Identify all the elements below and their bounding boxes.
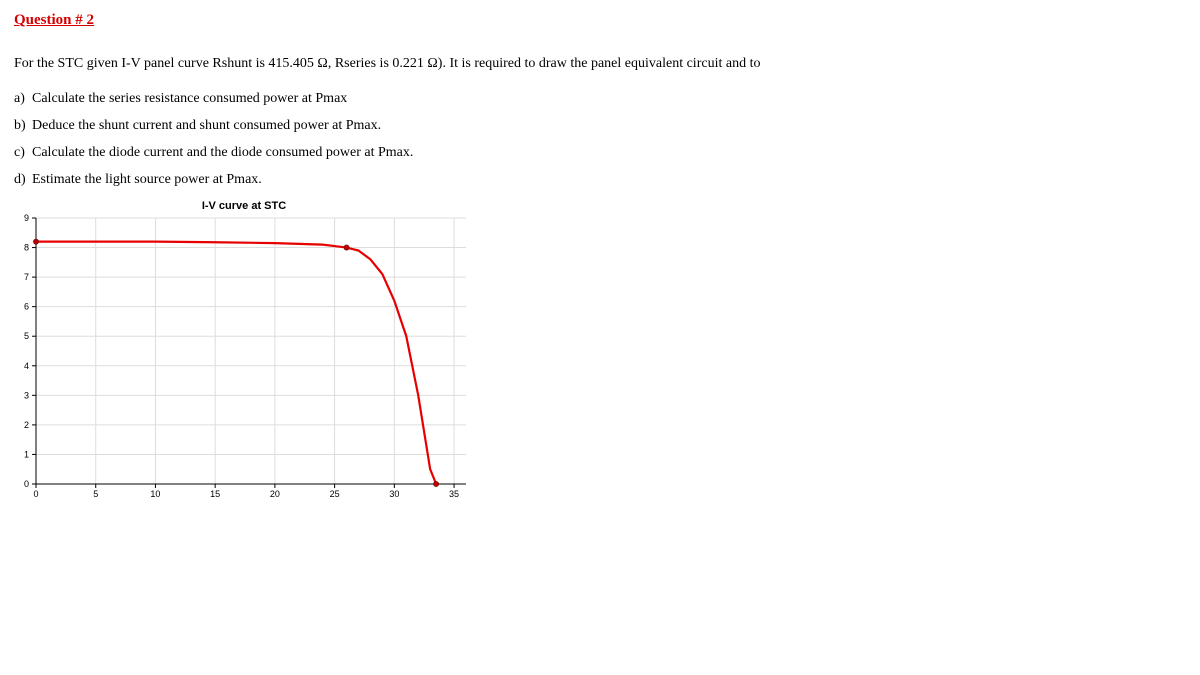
svg-text:5: 5 <box>24 331 29 341</box>
chart-svg: 0 5 10 15 20 25 30 35 0 1 2 3 4 5 6 7 8 9 <box>14 214 474 504</box>
item-b-text: Deduce the shunt current and shunt consu… <box>32 118 381 133</box>
svg-text:9: 9 <box>24 214 29 223</box>
svg-text:35: 35 <box>449 489 459 499</box>
item-c-text: Calculate the diode current and the diod… <box>32 145 413 160</box>
svg-text:25: 25 <box>330 489 340 499</box>
svg-text:30: 30 <box>389 489 399 499</box>
item-c: c)Calculate the diode current and the di… <box>14 142 1186 163</box>
svg-text:4: 4 <box>24 361 29 371</box>
svg-text:0: 0 <box>33 489 38 499</box>
svg-text:20: 20 <box>270 489 280 499</box>
svg-text:7: 7 <box>24 272 29 282</box>
chart-title: I-V curve at STC <box>24 200 464 212</box>
svg-text:5: 5 <box>93 489 98 499</box>
question-items: a)Calculate the series resistance consum… <box>14 88 1186 190</box>
item-d: d)Estimate the light source power at Pma… <box>14 169 1186 190</box>
item-d-text: Estimate the light source power at Pmax. <box>32 172 262 187</box>
iv-chart: I-V curve at STC 0 5 10 15 20 25 30 35 0 1 2 3 4 5 6 7 8… <box>14 200 1186 504</box>
svg-text:10: 10 <box>150 489 160 499</box>
question-title: Question # 2 <box>14 12 1186 29</box>
svg-text:0: 0 <box>24 479 29 489</box>
question-intro: For the STC given I-V panel curve Rshunt… <box>14 53 794 74</box>
svg-text:6: 6 <box>24 302 29 312</box>
svg-text:8: 8 <box>24 243 29 253</box>
item-a: a)Calculate the series resistance consum… <box>14 88 1186 109</box>
svg-text:3: 3 <box>24 390 29 400</box>
svg-text:2: 2 <box>24 420 29 430</box>
svg-text:15: 15 <box>210 489 220 499</box>
svg-text:1: 1 <box>24 449 29 459</box>
item-b: b)Deduce the shunt current and shunt con… <box>14 115 1186 136</box>
item-a-text: Calculate the series resistance consumed… <box>32 91 347 106</box>
